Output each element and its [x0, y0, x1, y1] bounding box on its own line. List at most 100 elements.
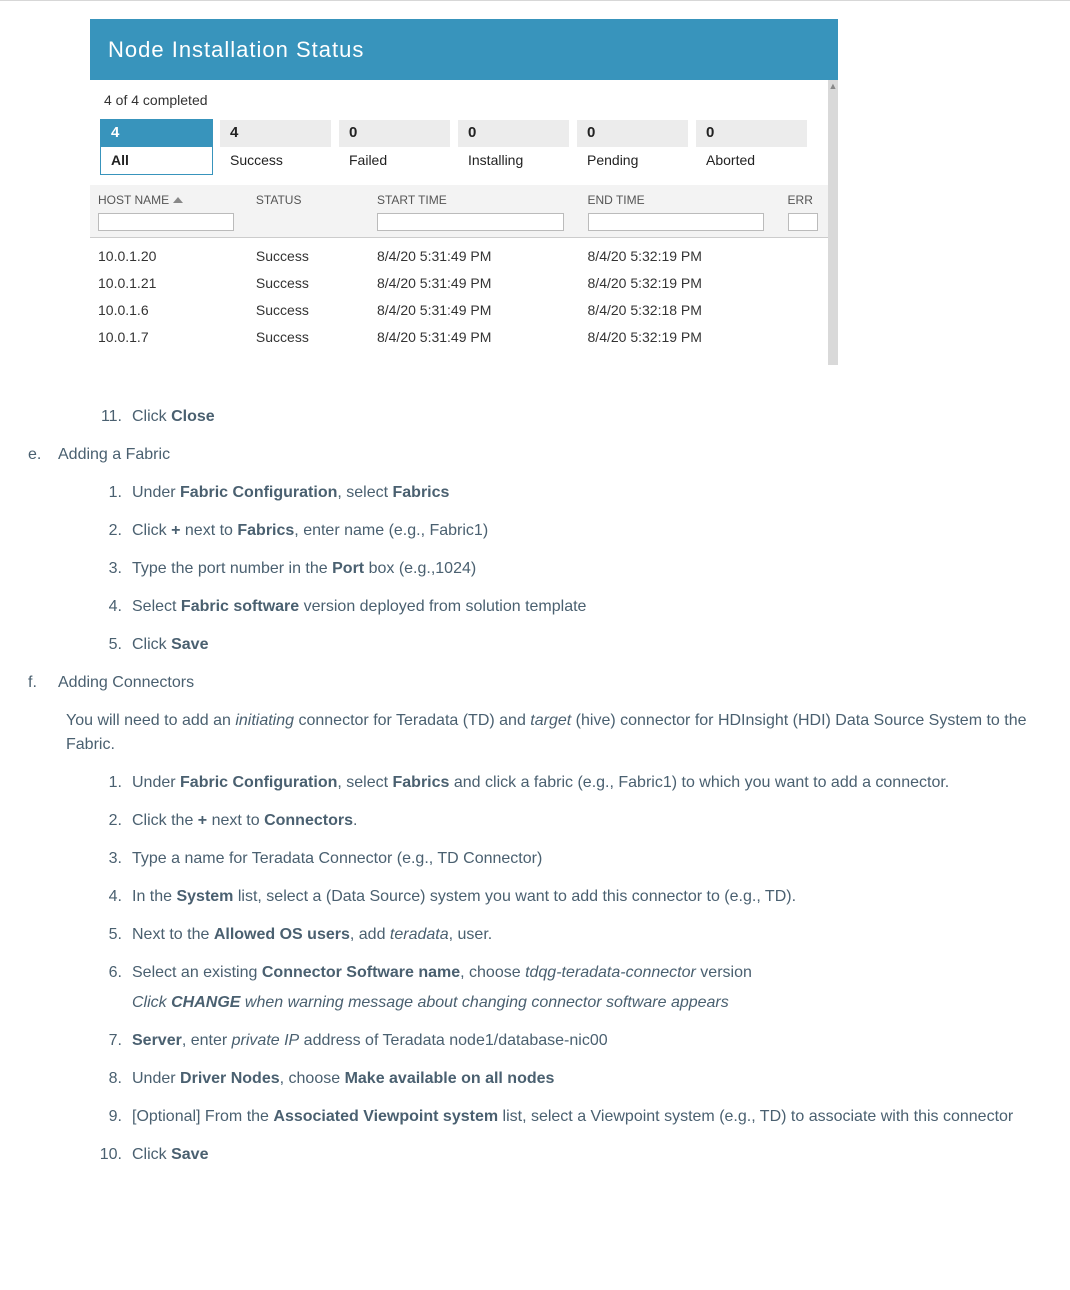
col-header-status-label: STATUS [256, 193, 302, 207]
filter-count: 4 [101, 120, 212, 148]
filter-input-err[interactable] [788, 213, 818, 231]
step-text: Under Driver Nodes, choose Make availabl… [132, 1067, 1034, 1091]
filter-label: Pending [577, 148, 688, 174]
filter-success[interactable]: 4Success [219, 119, 332, 175]
step: 2.Click the + next to Connectors. [96, 809, 1034, 833]
filter-input-start[interactable] [377, 213, 564, 231]
step-text: [Optional] From the Associated Viewpoint… [132, 1105, 1034, 1129]
section-f: f. Adding Connectors [28, 671, 1034, 695]
table-row[interactable]: 10.0.1.21Success8/4/20 5:31:49 PM8/4/20 … [90, 270, 828, 297]
step-number: 5. [96, 923, 132, 947]
filter-label: Failed [339, 148, 450, 174]
step-11: 11. Click Close [96, 405, 1034, 429]
step-text: Click Close [132, 405, 1034, 429]
step-text: Select Fabric software version deployed … [132, 595, 1034, 619]
step-number: 5. [96, 633, 132, 657]
col-header-status[interactable]: STATUS [248, 185, 369, 238]
step-number: 3. [96, 847, 132, 871]
cell-start: 8/4/20 5:31:49 PM [369, 297, 580, 324]
section-title: Adding a Fabric [58, 443, 1034, 467]
filter-input-host[interactable] [98, 213, 234, 231]
section-marker: e. [28, 443, 58, 467]
step: 10.Click Save [96, 1143, 1034, 1167]
step-text: Under Fabric Configuration, select Fabri… [132, 771, 1034, 795]
cell-host: 10.0.1.21 [90, 270, 248, 297]
col-header-err-label: ERR [788, 191, 820, 209]
cell-status: Success [248, 324, 369, 351]
step: 8.Under Driver Nodes, choose Make availa… [96, 1067, 1034, 1091]
cell-start: 8/4/20 5:31:49 PM [369, 237, 580, 270]
table-body: 10.0.1.20Success8/4/20 5:31:49 PM8/4/20 … [90, 237, 828, 351]
step-text: In the System list, select a (Data Sourc… [132, 885, 1034, 909]
step-number: 9. [96, 1105, 132, 1129]
step-text: Under Fabric Configuration, select Fabri… [132, 481, 1034, 505]
step-text: Click + next to Fabrics, enter name (e.g… [132, 519, 1034, 543]
filter-pending[interactable]: 0Pending [576, 119, 689, 175]
filter-count: 4 [220, 120, 331, 148]
status-filters: 4All4Success0Failed0Installing0Pending0A… [90, 119, 828, 185]
table-row[interactable]: 10.0.1.20Success8/4/20 5:31:49 PM8/4/20 … [90, 237, 828, 270]
filter-label: Aborted [696, 148, 807, 174]
sort-asc-icon[interactable] [173, 197, 183, 203]
step: 6.Select an existing Connector Software … [96, 961, 1034, 1015]
scroll-up-arrow-icon[interactable]: ▲ [828, 80, 838, 90]
step: 5.Next to the Allowed OS users, add tera… [96, 923, 1034, 947]
step-number: 4. [96, 595, 132, 619]
step-text: Click the + next to Connectors. [132, 809, 1034, 833]
filter-installing[interactable]: 0Installing [457, 119, 570, 175]
step: 2.Click + next to Fabrics, enter name (e… [96, 519, 1034, 543]
col-header-start-label: START TIME [377, 191, 572, 209]
filter-failed[interactable]: 0Failed [338, 119, 451, 175]
step-text: Server, enter private IP address of Tera… [132, 1029, 1034, 1053]
step: 1.Under Fabric Configuration, select Fab… [96, 481, 1034, 505]
step-number: 8. [96, 1067, 132, 1091]
cell-end: 8/4/20 5:32:19 PM [580, 237, 780, 270]
section-e: e. Adding a Fabric [28, 443, 1034, 467]
cell-status: Success [248, 270, 369, 297]
cell-start: 8/4/20 5:31:49 PM [369, 324, 580, 351]
step-text: Click Save [132, 1143, 1034, 1167]
filter-label: All [101, 148, 212, 174]
filter-all[interactable]: 4All [100, 119, 213, 175]
cell-host: 10.0.1.20 [90, 237, 248, 270]
step-text: Type the port number in the Port box (e.… [132, 557, 1034, 581]
filter-label: Success [220, 148, 331, 174]
table-row[interactable]: 10.0.1.6Success8/4/20 5:31:49 PM8/4/20 5… [90, 297, 828, 324]
col-header-host[interactable]: HOST NAME [90, 185, 248, 238]
filter-count: 0 [339, 120, 450, 148]
scrollbar[interactable]: ▲ [828, 80, 838, 365]
col-header-host-label: HOST NAME [98, 191, 169, 209]
cell-host: 10.0.1.7 [90, 324, 248, 351]
section-title: Adding Connectors [58, 671, 1034, 695]
panel-body: ▲ 4 of 4 completed 4All4Success0Failed0I… [90, 80, 838, 365]
step-number: 10. [96, 1143, 132, 1167]
col-header-end[interactable]: END TIME [580, 185, 780, 238]
step: 7.Server, enter private IP address of Te… [96, 1029, 1034, 1053]
step-number: 7. [96, 1029, 132, 1053]
section-f-intro: You will need to add an initiating conne… [66, 709, 1034, 757]
panel-title: Node Installation Status [90, 19, 838, 80]
cell-err [780, 237, 828, 270]
step-text: Select an existing Connector Software na… [132, 961, 1034, 1015]
cell-start: 8/4/20 5:31:49 PM [369, 270, 580, 297]
page-root: Node Installation Status ▲ 4 of 4 comple… [0, 0, 1070, 1211]
step: 9.[Optional] From the Associated Viewpoi… [96, 1105, 1034, 1129]
step: 4.In the System list, select a (Data Sou… [96, 885, 1034, 909]
filter-count: 0 [696, 120, 807, 148]
table-row[interactable]: 10.0.1.7Success8/4/20 5:31:49 PM8/4/20 5… [90, 324, 828, 351]
filter-label: Installing [458, 148, 569, 174]
step-sub-note: Click CHANGE when warning message about … [132, 991, 1034, 1015]
step-text: Click Save [132, 633, 1034, 657]
cell-err [780, 270, 828, 297]
step-number: 4. [96, 885, 132, 909]
cell-status: Success [248, 297, 369, 324]
filter-aborted[interactable]: 0Aborted [695, 119, 808, 175]
step: 3.Type a name for Teradata Connector (e.… [96, 847, 1034, 871]
col-header-err[interactable]: ERR [780, 185, 828, 238]
col-header-start[interactable]: START TIME [369, 185, 580, 238]
step-number: 6. [96, 961, 132, 1015]
cell-host: 10.0.1.6 [90, 297, 248, 324]
cell-err [780, 297, 828, 324]
step-number: 11. [96, 405, 132, 429]
filter-input-end[interactable] [588, 213, 765, 231]
